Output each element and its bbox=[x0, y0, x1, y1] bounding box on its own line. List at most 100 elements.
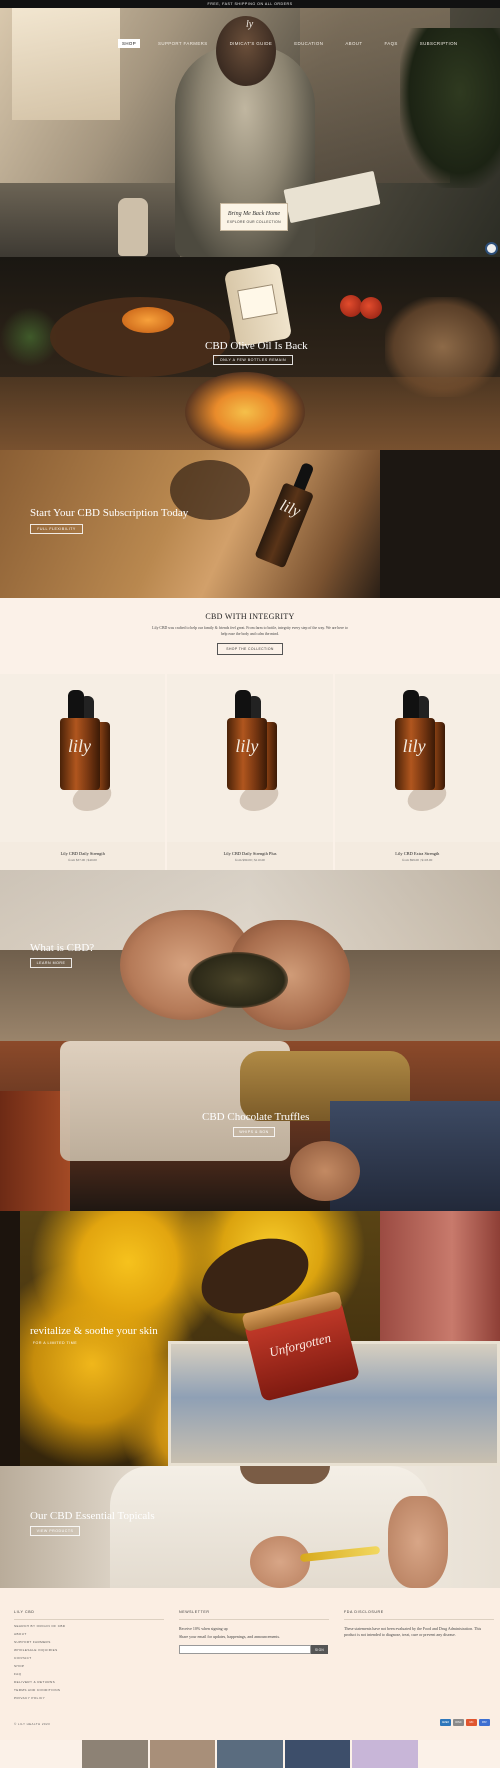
hero-window bbox=[12, 8, 120, 120]
skin-title: revitalize & soothe your skin bbox=[30, 1325, 158, 1337]
integrity-section: CBD WITH INTEGRITY Lily CBD was crafted … bbox=[0, 598, 500, 674]
truffles-button[interactable]: WHIPS & BON bbox=[233, 1127, 275, 1137]
site-logo[interactable]: ly bbox=[246, 19, 254, 31]
mastercard-icon: MC bbox=[466, 1719, 477, 1726]
hero-script-text: Bring Me Back Home bbox=[227, 210, 281, 217]
footer-link[interactable]: DELIVERY & RETURNS bbox=[14, 1680, 164, 1684]
instagram-tile[interactable] bbox=[217, 1740, 283, 1768]
instagram-feed bbox=[82, 1740, 418, 1768]
footer-heading: NEWSLETTER bbox=[179, 1610, 329, 1620]
olive-oil-bottle-image bbox=[223, 262, 293, 348]
payment-icons: AMEX DISC MC PAY bbox=[440, 1719, 490, 1726]
newsletter-description: Share your email for updates, happenings… bbox=[179, 1634, 281, 1639]
copyright: © LILY HEALTH 2023 bbox=[14, 1722, 51, 1726]
footer-column-lily: LILY CBD SEARCH BY ORIGIN OF CBD ABOUT S… bbox=[14, 1610, 164, 1700]
instagram-tile[interactable] bbox=[149, 1740, 216, 1768]
pay-icon: PAY bbox=[479, 1719, 490, 1726]
product-name[interactable]: Lily CBD Daily Strength Plus bbox=[167, 851, 332, 856]
product-name[interactable]: Lily CBD Daily Strength bbox=[0, 851, 165, 856]
essential-topicals-section: Our CBD Essential Topicals VIEW PRODUCTS bbox=[0, 1466, 500, 1588]
subscription-section: lily Start Your CBD Subscription Today F… bbox=[0, 450, 500, 598]
essential-title: Our CBD Essential Topicals bbox=[30, 1510, 155, 1522]
product-price: from $37.00 | $40.00 bbox=[68, 858, 97, 862]
discover-icon: DISC bbox=[453, 1719, 464, 1726]
instagram-tile[interactable] bbox=[284, 1740, 351, 1768]
announcement-text: FREE, FAST SHIPPING ON ALL ORDERS bbox=[207, 2, 293, 6]
main-nav: SHOP SUPPORT FARMERS DIMICAT'S GUIDE EDU… bbox=[118, 38, 462, 48]
footer-column-fda: FDA DISCLOSURE These statements have not… bbox=[344, 1610, 494, 1638]
jar-brand: Unforgotten bbox=[267, 1329, 333, 1360]
subscription-button[interactable]: FULL FLEXIBILITY bbox=[30, 524, 83, 534]
tomato-image bbox=[340, 295, 362, 317]
product-mark: lily bbox=[235, 736, 259, 756]
product-card[interactable]: lily Lily CBD Extra Strength from $99.00… bbox=[334, 674, 500, 870]
hero-plant bbox=[400, 28, 500, 188]
newsletter-offer: Receive 10% when signing up bbox=[179, 1626, 228, 1631]
tomato-image bbox=[360, 297, 382, 319]
newsletter-email-input[interactable] bbox=[179, 1645, 311, 1654]
hand-image bbox=[388, 1496, 448, 1588]
what-is-cbd-title: What is CBD? bbox=[30, 942, 95, 954]
orange-image bbox=[122, 307, 174, 333]
truffles-title: CBD Chocolate Truffles bbox=[202, 1111, 310, 1123]
footer-link[interactable]: SEARCH BY ORIGIN OF CBD bbox=[14, 1624, 164, 1628]
hero-cta-label: EXPLORE OUR COLLECTION bbox=[227, 219, 281, 224]
footer-heading: LILY CBD bbox=[14, 1610, 164, 1620]
footer-link[interactable]: FAQ bbox=[14, 1672, 164, 1676]
skin-section: Unforgotten revitalize & soothe your ski… bbox=[0, 1211, 500, 1466]
what-is-cbd-section: What is CBD? LEARN MORE bbox=[0, 870, 500, 1041]
nav-guide[interactable]: DIMICAT'S GUIDE bbox=[226, 39, 277, 48]
limited-time-link[interactable]: FOR A LIMITED TIME bbox=[30, 1340, 80, 1348]
nav-shop[interactable]: SHOP bbox=[118, 38, 141, 48]
product-price: from $99.00 | $118.00 bbox=[402, 858, 433, 862]
newsletter-form: SIGN bbox=[179, 1645, 329, 1654]
shop-collection-button[interactable]: SHOP THE COLLECTION bbox=[217, 643, 283, 655]
nav-faqs[interactable]: FAQS bbox=[380, 39, 401, 48]
hair-image bbox=[240, 1466, 330, 1484]
footer-link[interactable]: ABOUT bbox=[14, 1632, 164, 1636]
product-grid: lily Lily CBD Daily Strength from $37.00… bbox=[0, 674, 500, 870]
nav-education[interactable]: EDUCATION bbox=[290, 39, 327, 48]
learn-more-button[interactable]: LEARN MORE bbox=[30, 958, 72, 968]
instagram-tile[interactable] bbox=[82, 1740, 148, 1768]
announcement-bar: FREE, FAST SHIPPING ON ALL ORDERS bbox=[0, 0, 500, 8]
explore-collection-button[interactable]: Bring Me Back Home EXPLORE OUR COLLECTIO… bbox=[220, 203, 288, 231]
fda-disclosure-text: These statements have not been evaluated… bbox=[344, 1626, 482, 1637]
nav-subscription[interactable]: SUBSCRIPTION bbox=[416, 39, 462, 48]
product-mark: lily bbox=[402, 736, 426, 756]
truffles-section: CBD Chocolate Truffles WHIPS & BON bbox=[0, 1041, 500, 1211]
footer-link[interactable]: CONTACT bbox=[14, 1656, 164, 1660]
integrity-body: Lily CBD was crafted to help our family … bbox=[152, 626, 348, 636]
pink-fabric-image bbox=[380, 1211, 500, 1351]
site-footer: LILY CBD SEARCH BY ORIGIN OF CBD ABOUT S… bbox=[0, 1588, 500, 1740]
footer-link[interactable]: PRIVACY POLICY bbox=[14, 1696, 164, 1700]
product-card[interactable]: lily Lily CBD Daily Strength from $37.00… bbox=[0, 674, 166, 870]
olive-oil-section: CBD Olive Oil Is Back ONLY A FEW BOTTLES… bbox=[0, 257, 500, 450]
footer-column-newsletter: NEWSLETTER Receive 10% when signing up S… bbox=[179, 1610, 329, 1654]
product-name[interactable]: Lily CBD Extra Strength bbox=[335, 851, 500, 856]
plate-image bbox=[185, 372, 305, 450]
nav-about[interactable]: ABOUT bbox=[341, 39, 366, 48]
footer-heading: FDA DISCLOSURE bbox=[344, 1610, 494, 1620]
product-price: from $99.00 | $110.00 bbox=[234, 858, 265, 862]
instagram-tile[interactable] bbox=[352, 1740, 418, 1768]
footer-link[interactable]: TERMS AND CONDITIONS bbox=[14, 1688, 164, 1692]
hand-image bbox=[290, 1141, 360, 1201]
hero-section: ly SHOP SUPPORT FARMERS DIMICAT'S GUIDE … bbox=[0, 8, 500, 257]
hero-vase bbox=[118, 198, 148, 256]
footer-link[interactable]: SHOP bbox=[14, 1664, 164, 1668]
footer-link[interactable]: SUPPORT FARMERS bbox=[14, 1640, 164, 1644]
product-card[interactable]: lily Lily CBD Daily Strength Plus from $… bbox=[167, 674, 333, 870]
integrity-title: CBD WITH INTEGRITY bbox=[205, 612, 295, 621]
hand-image bbox=[250, 1536, 310, 1588]
olive-oil-button[interactable]: ONLY A FEW BOTTLES REMAIN bbox=[213, 355, 293, 365]
view-products-button[interactable]: VIEW PRODUCTS bbox=[30, 1526, 80, 1536]
footer-link[interactable]: WHOLESALE INQUIRIES bbox=[14, 1648, 164, 1652]
subscription-title: Start Your CBD Subscription Today bbox=[30, 507, 189, 519]
hero-table bbox=[0, 183, 180, 257]
olive-oil-title: CBD Olive Oil Is Back bbox=[205, 340, 308, 352]
newsletter-submit-button[interactable]: SIGN bbox=[311, 1645, 328, 1654]
hemp-flower-image bbox=[188, 952, 288, 1008]
chat-icon[interactable] bbox=[485, 242, 498, 255]
nav-support-farmers[interactable]: SUPPORT FARMERS bbox=[154, 39, 212, 48]
